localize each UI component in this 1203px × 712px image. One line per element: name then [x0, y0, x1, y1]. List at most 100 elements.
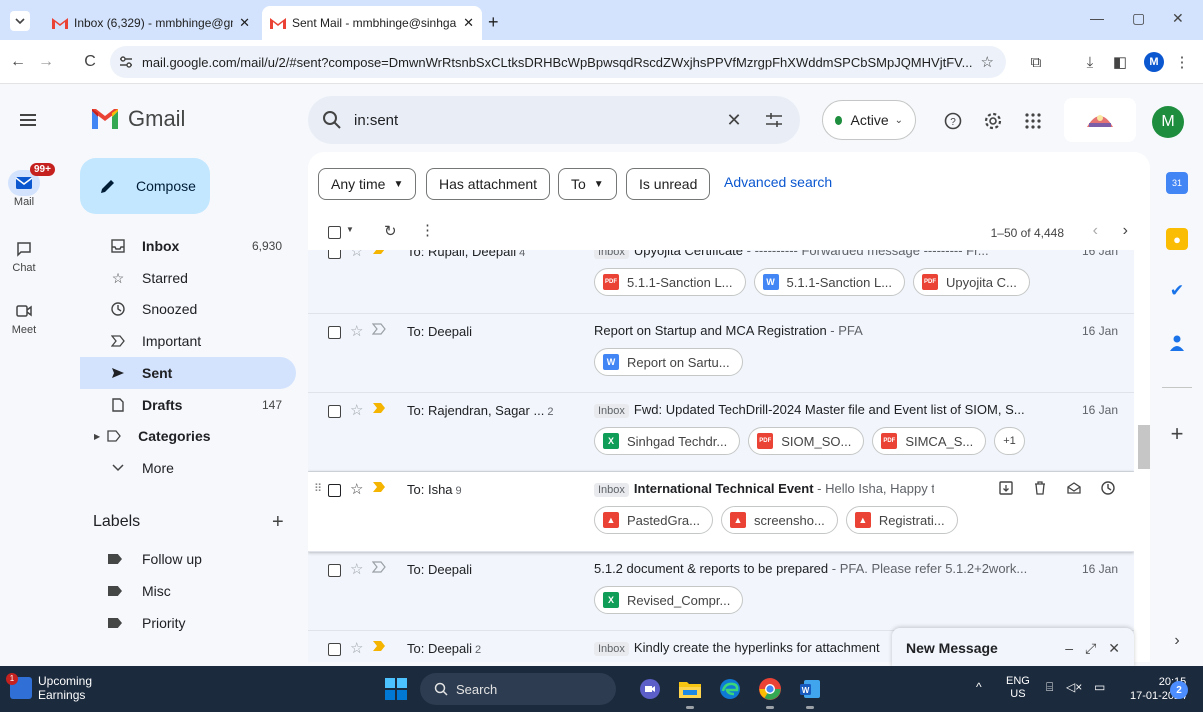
star-icon[interactable]: ☆: [350, 250, 363, 260]
prev-page-icon[interactable]: ‹: [1093, 222, 1098, 240]
search-query[interactable]: in:sent: [354, 112, 706, 129]
mail-row-hovered[interactable]: ⠿ ☆ To: Isha 9 Inbox International Technic…: [308, 472, 1134, 552]
tab-search-button[interactable]: [10, 11, 30, 31]
organization-logo[interactable]: [1064, 98, 1136, 142]
important-marker-icon[interactable]: [372, 323, 386, 335]
clear-search-icon[interactable]: ✕: [722, 108, 746, 132]
mail-row[interactable]: ☆ To: Deepali 5.1.2 document & reports t…: [308, 552, 1134, 631]
browser-tab-inbox[interactable]: Inbox (6,329) - mmbhinge@gm ✕: [44, 6, 258, 40]
file-explorer-icon[interactable]: [676, 675, 704, 709]
main-menu-icon[interactable]: [16, 108, 40, 132]
star-icon[interactable]: ☆: [350, 560, 363, 578]
sidebar-item-drafts[interactable]: Drafts 147: [80, 389, 296, 421]
star-icon[interactable]: ☆: [350, 401, 363, 419]
volume-muted-icon[interactable]: ◁×: [1066, 680, 1082, 694]
tasks-icon[interactable]: ✔: [1166, 280, 1188, 302]
filter-is-unread[interactable]: Is unread: [626, 168, 711, 200]
important-marker-icon[interactable]: [372, 481, 386, 493]
attachment-chip[interactable]: W Report on Sartu...: [594, 348, 743, 376]
delete-icon[interactable]: [1030, 478, 1050, 498]
filter-has-attachment[interactable]: Has attachment: [426, 168, 551, 200]
chrome-browser-icon[interactable]: [756, 675, 784, 709]
label-priority[interactable]: Priority: [108, 615, 186, 631]
row-checkbox[interactable]: [328, 405, 341, 418]
download-icon[interactable]: ⤓: [1080, 52, 1100, 72]
row-checkbox[interactable]: [328, 250, 341, 259]
address-bar[interactable]: mail.google.com/mail/u/2/#sent?compose=D…: [110, 46, 1006, 78]
sidebar-item-inbox[interactable]: Inbox 6,930: [80, 230, 296, 262]
row-checkbox[interactable]: [328, 484, 341, 497]
battery-icon[interactable]: ▭: [1094, 680, 1105, 694]
meet-app-icon[interactable]: [636, 675, 664, 703]
attachment-chip[interactable]: W 5.1.1-Sanction L...: [753, 268, 906, 296]
network-icon[interactable]: ⌸: [1046, 680, 1053, 695]
contacts-icon[interactable]: [1166, 332, 1188, 354]
expand-arrow-icon[interactable]: ▶: [94, 432, 100, 441]
select-all-checkbox[interactable]: [328, 226, 341, 239]
mail-row[interactable]: ☆ To: Rupali, Deepali 4 Inbox Upyojita Cer…: [308, 250, 1134, 314]
sidebar-item-important[interactable]: Important: [80, 325, 296, 357]
star-icon[interactable]: ☆: [350, 322, 363, 340]
attachment-chip[interactable]: X Sinhgad Techdr...: [594, 427, 741, 455]
gmail-logo[interactable]: Gmail: [90, 106, 185, 132]
windows-start-icon[interactable]: [384, 677, 408, 701]
new-message-minimized[interactable]: New Message – ⤢ ✕: [892, 628, 1134, 668]
star-icon[interactable]: ☆: [350, 639, 363, 657]
minimize-icon[interactable]: –: [1065, 640, 1073, 656]
browser-profile-avatar[interactable]: M: [1144, 52, 1164, 72]
account-avatar[interactable]: M: [1152, 106, 1184, 138]
attachment-chip[interactable]: PDF Upyojita C...: [913, 268, 1030, 296]
close-icon[interactable]: ✕: [1108, 640, 1120, 657]
row-checkbox[interactable]: [328, 564, 341, 577]
attachment-chip[interactable]: PDF SIOM_SO...: [748, 427, 865, 455]
close-icon[interactable]: ✕: [463, 15, 474, 31]
back-icon[interactable]: ←: [8, 52, 28, 72]
attachment-chip[interactable]: X Revised_Compr...: [594, 586, 744, 614]
bookmark-star-icon[interactable]: ☆: [981, 53, 994, 71]
mail-search-box[interactable]: in:sent ✕: [308, 96, 800, 144]
attachment-chip[interactable]: ▲ screensho...: [720, 506, 838, 534]
browser-tab-sent[interactable]: Sent Mail - mmbhinge@sinhga ✕: [262, 6, 482, 40]
sidebar-item-snoozed[interactable]: Snoozed: [80, 293, 296, 325]
sidebar-item-sent[interactable]: Sent: [80, 357, 296, 389]
new-tab-button[interactable]: +: [488, 12, 499, 33]
caret-down-icon[interactable]: ▼: [346, 225, 354, 234]
advanced-search-link[interactable]: Advanced search: [724, 174, 832, 190]
create-label-button[interactable]: +: [272, 511, 284, 534]
filter-to[interactable]: To ▼: [558, 168, 617, 200]
star-icon[interactable]: ☆: [350, 480, 363, 498]
mail-list-scrollbar[interactable]: [1138, 425, 1150, 469]
show-hidden-icons-chevron[interactable]: ^: [976, 680, 982, 694]
attachment-chip[interactable]: ▲ Registrati...: [845, 506, 958, 534]
extensions-icon[interactable]: ⧉: [1026, 52, 1046, 72]
sidebar-item-categories[interactable]: ▶ Categories: [80, 420, 296, 452]
search-options-icon[interactable]: [762, 108, 786, 132]
close-icon[interactable]: ✕: [239, 15, 250, 31]
row-checkbox[interactable]: [328, 326, 341, 339]
side-panel-icon[interactable]: ◧: [1110, 52, 1130, 72]
google-apps-icon[interactable]: [1022, 110, 1044, 132]
label-misc[interactable]: Misc: [108, 583, 171, 599]
more-vert-icon[interactable]: ⋮: [420, 221, 435, 239]
restore-icon[interactable]: ▢: [1132, 10, 1145, 27]
calendar-icon[interactable]: 31: [1166, 172, 1188, 194]
sidebar-item-more[interactable]: More: [80, 452, 296, 484]
reload-icon[interactable]: C: [80, 52, 100, 72]
archive-icon[interactable]: [996, 478, 1016, 498]
drag-handle-icon[interactable]: ⠿: [314, 482, 322, 495]
widgets-button[interactable]: 1 Upcoming Earnings: [6, 673, 92, 702]
input-language-indicator[interactable]: ENG US: [1006, 675, 1030, 701]
word-app-icon[interactable]: W: [796, 675, 824, 709]
keep-icon[interactable]: ●: [1166, 228, 1188, 250]
snooze-clock-icon[interactable]: [1098, 478, 1118, 498]
rail-chat[interactable]: Chat: [0, 236, 48, 274]
important-marker-icon[interactable]: [372, 561, 386, 573]
row-checkbox[interactable]: [328, 643, 341, 656]
filter-any-time[interactable]: Any time ▼: [318, 168, 417, 200]
attachment-chip[interactable]: ▲ PastedGra...: [594, 506, 713, 534]
settings-gear-icon[interactable]: [982, 110, 1004, 132]
important-marker-icon[interactable]: [372, 250, 386, 255]
minimize-icon[interactable]: —: [1090, 10, 1104, 26]
label-follow-up[interactable]: Follow up: [108, 551, 202, 567]
mail-row[interactable]: ☆ To: Rajendran, Sagar ... 2 Inbox Fwd: Up…: [308, 393, 1134, 472]
